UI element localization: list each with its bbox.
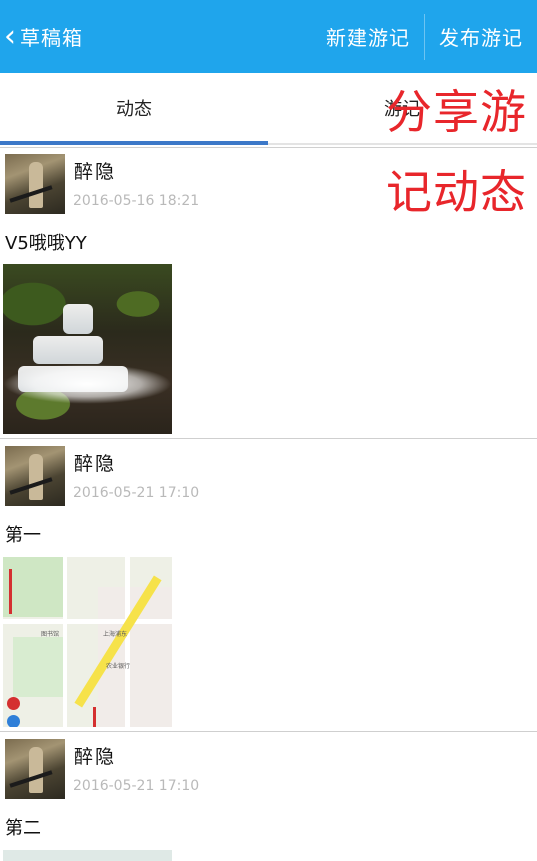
post-image-waterfall[interactable]: [3, 264, 172, 434]
post-text: 第一: [5, 525, 41, 546]
post-time: 2016-05-21 17:10: [73, 485, 200, 501]
avatar[interactable]: [5, 739, 65, 799]
post-item[interactable]: 醉隐 2016-05-16 18:21 V5哦哦YY: [0, 147, 537, 439]
title-bar: ‹ 草稿箱 新建游记 发布游记: [0, 0, 537, 73]
header-actions: 新建游记 发布游记: [312, 0, 537, 73]
post-item[interactable]: 醉隐 2016-05-21 17:10 第一 上海浦东 农业银行 图书馆: [0, 439, 537, 732]
publish-travelogue-button[interactable]: 发布游记: [425, 22, 537, 51]
avatar[interactable]: [5, 446, 65, 506]
post-text: V5哦哦YY: [5, 233, 87, 254]
tab-travelogues[interactable]: 游记: [268, 73, 536, 143]
new-travelogue-button[interactable]: 新建游记: [312, 22, 424, 51]
chevron-left-icon: ‹: [4, 18, 16, 54]
post-image-map[interactable]: 上海浦东 农业银行 图书馆: [3, 557, 172, 727]
tab-moments[interactable]: 动态: [0, 73, 268, 143]
back-label: 草稿箱: [20, 26, 83, 50]
back-button[interactable]: ‹ 草稿箱: [0, 0, 83, 73]
post-text: 第二: [5, 818, 41, 839]
avatar[interactable]: [5, 154, 65, 214]
post-time: 2016-05-21 17:10: [73, 778, 200, 794]
post-image-map[interactable]: [3, 850, 172, 861]
post-item[interactable]: 醉隐 2016-05-21 17:10 第二: [0, 732, 537, 861]
post-time: 2016-05-16 18:21: [73, 193, 200, 209]
username: 醉隐: [74, 453, 117, 475]
tab-bar: 动态 游记: [0, 73, 537, 148]
tab-track: [268, 143, 537, 145]
username: 醉隐: [74, 161, 117, 183]
username: 醉隐: [74, 746, 117, 768]
tab-active-indicator: [0, 141, 268, 145]
